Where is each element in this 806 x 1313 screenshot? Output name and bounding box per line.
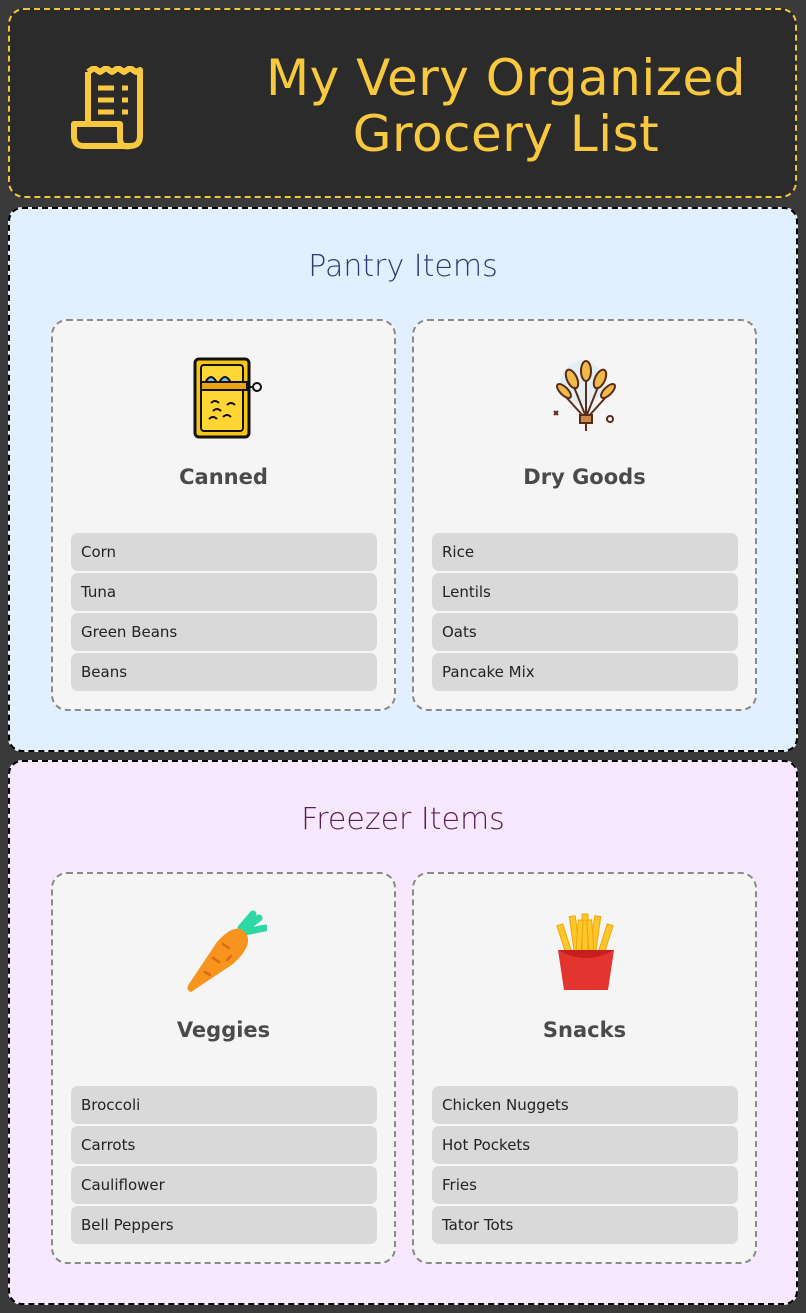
item-list-snacks: Chicken Nuggets Hot Pockets Fries Tator … <box>432 1086 738 1246</box>
receipt-icon <box>71 66 143 150</box>
page-title-line1: My Very Organized <box>266 49 746 107</box>
card-title-dry-goods: Dry Goods <box>523 465 646 489</box>
wheat-icon <box>553 360 616 431</box>
list-item[interactable]: Fries <box>432 1166 738 1204</box>
list-item[interactable]: Tuna <box>71 573 377 611</box>
list-item[interactable]: Bell Peppers <box>71 1206 377 1244</box>
list-item[interactable]: Cauliflower <box>71 1166 377 1204</box>
list-item[interactable]: Hot Pockets <box>432 1126 738 1164</box>
list-item[interactable]: Green Beans <box>71 613 377 651</box>
card-dry-goods: Dry Goods Rice Lentils Oats Pancake Mix <box>412 319 757 711</box>
list-item[interactable]: Corn <box>71 533 377 571</box>
list-item[interactable]: Lentils <box>432 573 738 611</box>
canned-fish-icon <box>193 357 262 439</box>
carrot-icon <box>187 910 267 992</box>
card-canned: Canned Corn Tuna Green Beans Beans <box>51 319 396 711</box>
list-item[interactable]: Tator Tots <box>432 1206 738 1244</box>
list-item[interactable]: Beans <box>71 653 377 691</box>
item-list-canned: Corn Tuna Green Beans Beans <box>71 533 377 693</box>
list-item[interactable]: Carrots <box>71 1126 377 1164</box>
list-item[interactable]: Oats <box>432 613 738 651</box>
card-snacks: Snacks Chicken Nuggets Hot Pockets Fries… <box>412 872 757 1264</box>
freezer-section: Freezer Items Veggies Broccoli Carrots C… <box>8 760 798 1305</box>
card-title-veggies: Veggies <box>176 1018 271 1042</box>
list-item[interactable]: Pancake Mix <box>432 653 738 691</box>
pantry-section: Pantry Items Canned Corn Tuna Green Bean… <box>8 207 798 752</box>
page-title-line2: Grocery List <box>352 105 660 163</box>
card-title-canned: Canned <box>179 465 268 489</box>
item-list-dry-goods: Rice Lentils Oats Pancake Mix <box>432 533 738 693</box>
page-title: My Very Organized Grocery List <box>206 50 806 162</box>
fries-icon <box>556 913 614 990</box>
list-item[interactable]: Chicken Nuggets <box>432 1086 738 1124</box>
list-item[interactable]: Rice <box>432 533 738 571</box>
section-title-pantry: Pantry Items <box>308 249 498 284</box>
page-header: My Very Organized Grocery List <box>8 8 797 198</box>
item-list-veggies: Broccoli Carrots Cauliflower Bell Pepper… <box>71 1086 377 1246</box>
section-title-freezer: Freezer Items <box>301 802 505 837</box>
card-title-snacks: Snacks <box>542 1018 627 1042</box>
list-item[interactable]: Broccoli <box>71 1086 377 1124</box>
card-veggies: Veggies Broccoli Carrots Cauliflower Bel… <box>51 872 396 1264</box>
